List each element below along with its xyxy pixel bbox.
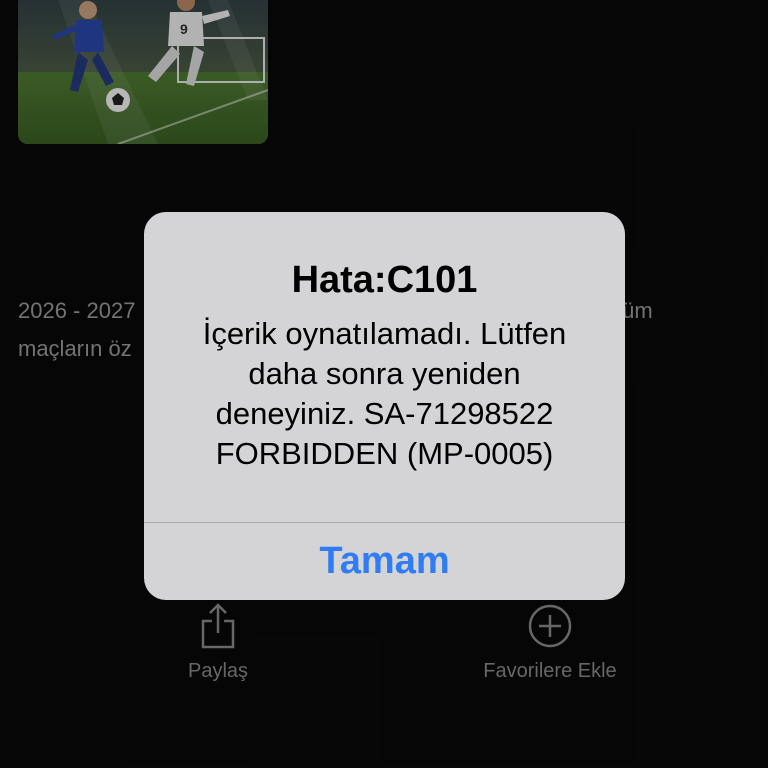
error-alert-dialog: Hata:C101 İçerik oynatılamadı. Lütfen da… — [144, 212, 625, 600]
alert-body: Hata:C101 İçerik oynatılamadı. Lütfen da… — [144, 212, 625, 522]
alert-title: Hata:C101 — [291, 259, 478, 301]
ok-button[interactable]: Tamam — [144, 523, 625, 600]
app-screen: 9 2026 - 2027 tüm maçların öz Paylaş Fav… — [0, 0, 768, 768]
alert-message: İçerik oynatılamadı. Lütfen daha sonra y… — [202, 316, 567, 471]
